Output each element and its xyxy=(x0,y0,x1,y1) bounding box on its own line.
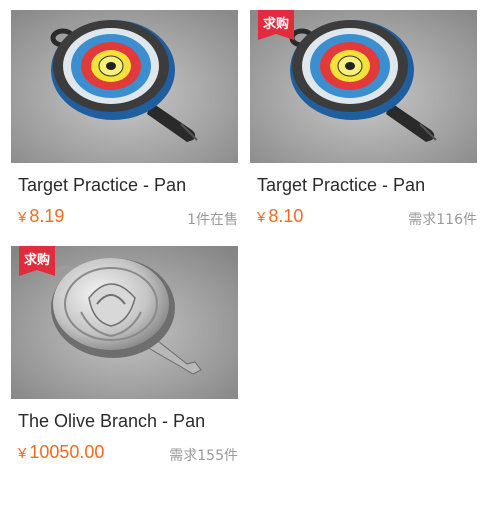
listing-meta: 需求155件 xyxy=(169,448,238,464)
badge-label: 求购 xyxy=(23,253,50,268)
price-value: 10050.00 xyxy=(29,442,105,462)
product-price: ¥10050.00 xyxy=(18,442,104,463)
product-price: ¥8.10 xyxy=(257,206,303,227)
currency-symbol: ¥ xyxy=(18,209,27,226)
price-value: 8.19 xyxy=(29,206,65,226)
listing-meta: 1件在售 xyxy=(187,212,238,228)
product-image[interactable] xyxy=(11,10,238,163)
product-name: Target Practice - Pan xyxy=(18,175,187,195)
listing-meta: 需求116件 xyxy=(408,212,477,228)
buy-request-badge: 求购 xyxy=(258,10,294,40)
badge-label: 求购 xyxy=(262,17,289,32)
price-value: 8.10 xyxy=(268,206,304,226)
product-card[interactable]: 求购 Target Practice - Pan ¥8.10 需求116件 xyxy=(250,10,477,242)
product-card[interactable]: Target Practice - Pan ¥8.19 1件在售 xyxy=(11,10,238,242)
product-grid: Target Practice - Pan ¥8.19 1件在售 求购 Targ… xyxy=(0,0,484,510)
product-price: ¥8.19 xyxy=(18,206,64,227)
product-name: The Olive Branch - Pan xyxy=(18,411,206,431)
currency-symbol: ¥ xyxy=(18,445,27,462)
product-card[interactable]: 求购 The Olive Branch - Pan ¥10050.00 需求15… xyxy=(11,246,238,478)
buy-request-badge: 求购 xyxy=(19,246,55,276)
product-name: Target Practice - Pan xyxy=(257,175,426,195)
currency-symbol: ¥ xyxy=(257,209,266,226)
